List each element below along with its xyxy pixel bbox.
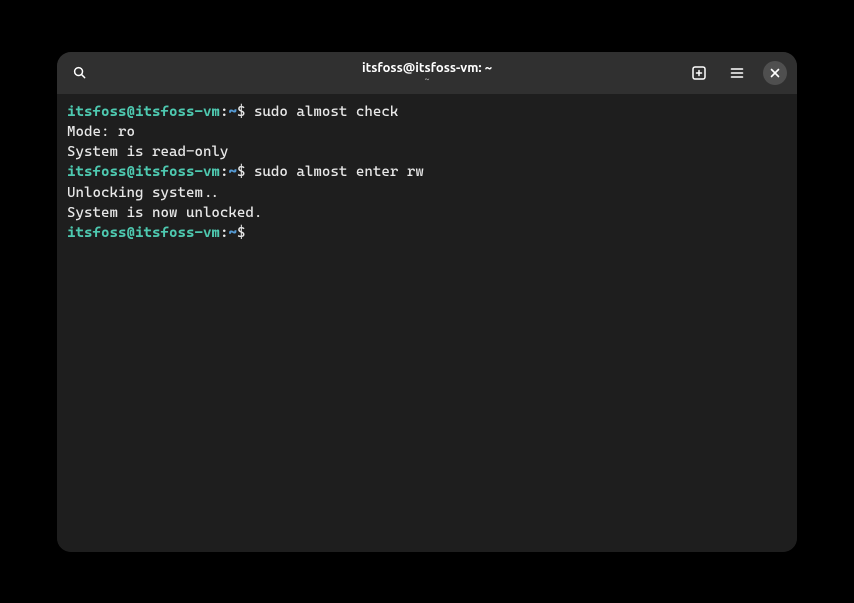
output-line: Mode: ro — [67, 122, 787, 142]
prompt-symbol: $ — [237, 164, 254, 180]
titlebar-left — [67, 61, 91, 85]
search-icon — [72, 65, 87, 80]
terminal-line: itsfoss@itsfoss-vm:~$ — [67, 223, 787, 243]
new-tab-icon — [691, 65, 707, 81]
terminal-line: itsfoss@itsfoss-vm:~$ sudo almost check — [67, 102, 787, 122]
command-text: sudo almost enter rw — [254, 164, 424, 180]
new-tab-button[interactable] — [687, 61, 711, 85]
window-title: itsfoss@itsfoss-vm: ~ — [362, 61, 492, 75]
output-line: System is now unlocked. — [67, 203, 787, 223]
output-line: System is read-only — [67, 142, 787, 162]
terminal-window: itsfoss@itsfoss-vm: ~ ~ — [57, 52, 797, 552]
close-icon — [770, 68, 780, 78]
menu-button[interactable] — [725, 61, 749, 85]
prompt-symbol: $ — [237, 225, 254, 241]
prompt-user-host: itsfoss@itsfoss-vm — [67, 104, 220, 120]
terminal-line: itsfoss@itsfoss-vm:~$ sudo almost enter … — [67, 162, 787, 182]
titlebar-center: itsfoss@itsfoss-vm: ~ ~ — [362, 61, 492, 84]
prompt-user-host: itsfoss@itsfoss-vm — [67, 164, 220, 180]
close-button[interactable] — [763, 61, 787, 85]
titlebar-right — [687, 61, 787, 85]
prompt-path: ~ — [228, 164, 237, 180]
hamburger-icon — [729, 65, 745, 81]
prompt-symbol: $ — [237, 104, 254, 120]
search-button[interactable] — [67, 61, 91, 85]
command-text: sudo almost check — [254, 104, 398, 120]
prompt-path: ~ — [228, 225, 237, 241]
titlebar: itsfoss@itsfoss-vm: ~ ~ — [57, 52, 797, 94]
output-line: Unlocking system.. — [67, 183, 787, 203]
window-subtitle: ~ — [424, 74, 429, 84]
prompt-user-host: itsfoss@itsfoss-vm — [67, 225, 220, 241]
terminal-body[interactable]: itsfoss@itsfoss-vm:~$ sudo almost check … — [57, 94, 797, 552]
prompt-path: ~ — [228, 104, 237, 120]
